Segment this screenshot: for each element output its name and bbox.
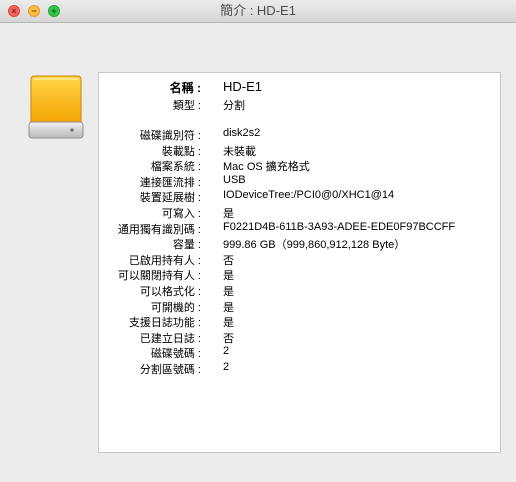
info-value: HD-E1 [223,79,263,94]
info-row-name: 名稱 : HD-E1 [99,79,500,95]
info-label: 類型 : [172,100,201,112]
info-value: 否 [223,332,234,345]
info-value: IODeviceTree:/PCI0@0/XHC1@14 [223,189,395,202]
info-label: 可以關閉持有人 : [117,270,201,283]
info-row: 裝載點 : 未裝載 [99,143,500,158]
info-row: 可寫入 : 是 [99,205,500,220]
info-row-type: 類型 : 分割 [99,97,500,112]
info-value: 是 [223,286,234,298]
info-label: 分割區號碼 : [139,364,201,376]
info-label: 已建立日誌 : [139,332,201,345]
info-value: 是 [223,317,234,330]
info-value: 是 [223,270,234,283]
info-row: 可開機的 : 是 [99,299,500,314]
info-value: 2 [223,361,230,373]
info-row: 裝置延展樹 : IODeviceTree:/PCI0@0/XHC1@14 [99,189,500,204]
info-row: 已啟用持有人 : 否 [99,252,500,267]
info-window: × − + 簡介 : HD-E1 名稱 : HD-E1 類型: 分割 磁碟識別… [0,0,516,482]
info-row: 可以格式化 : 是 [99,283,500,298]
info-value: 未裝載 [223,145,256,158]
info-row: 分割區號碼 : 2 [99,361,500,376]
info-label: 名稱 : [169,81,201,95]
info-label: 可以格式化 : [139,286,201,298]
info-row: 可以關閉持有人 : 是 [99,267,500,282]
info-value: 否 [223,254,234,267]
info-value: USB [223,173,246,186]
info-row: 容量 : 999.86 GB（999,860,912,128 Byte） [99,236,500,251]
info-panel: 名稱 : HD-E1 類型 : 分割 磁碟識別符 : disk2s2 裝載點 : 未裝… [98,72,501,453]
info-value: 分割 [223,100,245,112]
info-value: F0221D4B-611B-3A93-ADEE-EDE0F97BCCFF [223,220,456,233]
info-label: 已啟用持有人 : [128,254,201,267]
info-label: 通用獨有識別碼 : [117,223,201,236]
info-label: 裝載點 : [161,145,201,158]
info-row: 磁碟號碼 : 2 [99,345,500,360]
info-label: 磁碟號碼 : [150,348,201,361]
info-label: 可寫入 : [161,208,201,220]
info-row: 連接匯流排 : USB [99,174,500,189]
info-label: 可開機的 : [150,301,201,314]
info-label: 容量 : [172,239,201,252]
title-bar[interactable]: × − + 簡介 : HD-E1 [0,0,516,23]
info-label: 檔案系統 : [150,161,201,174]
info-value: 2 [223,345,230,358]
info-value: 999.86 GB（999,860,912,128 Byte） [223,239,406,252]
info-value: disk2s2 [223,127,261,139]
external-drive-icon [28,74,84,140]
info-row: 通用獨有識別碼 : F0221D4B-611B-3A93-ADEE-EDE0F97… [99,221,500,236]
info-label: 支援日誌功能 : [128,317,201,330]
info-label: 連接匯流排 : [139,176,201,189]
info-label: 裝置延展樹 : [139,192,201,205]
info-value: 是 [223,301,234,314]
window-title: 簡介 : HD-E1 [220,3,296,18]
info-row: 檔案系統 : Mac OS 擴充格式 [99,158,500,173]
info-row: 支援日誌功能 : 是 [99,314,500,329]
info-row: 已建立日誌 : 否 [99,330,500,345]
info-value: Mac OS 擴充格式 [223,161,310,174]
info-row: 磁碟識別符 : disk2s2 [99,127,500,142]
info-label: 磁碟識別符 : [139,130,201,142]
info-value: 是 [223,208,234,220]
